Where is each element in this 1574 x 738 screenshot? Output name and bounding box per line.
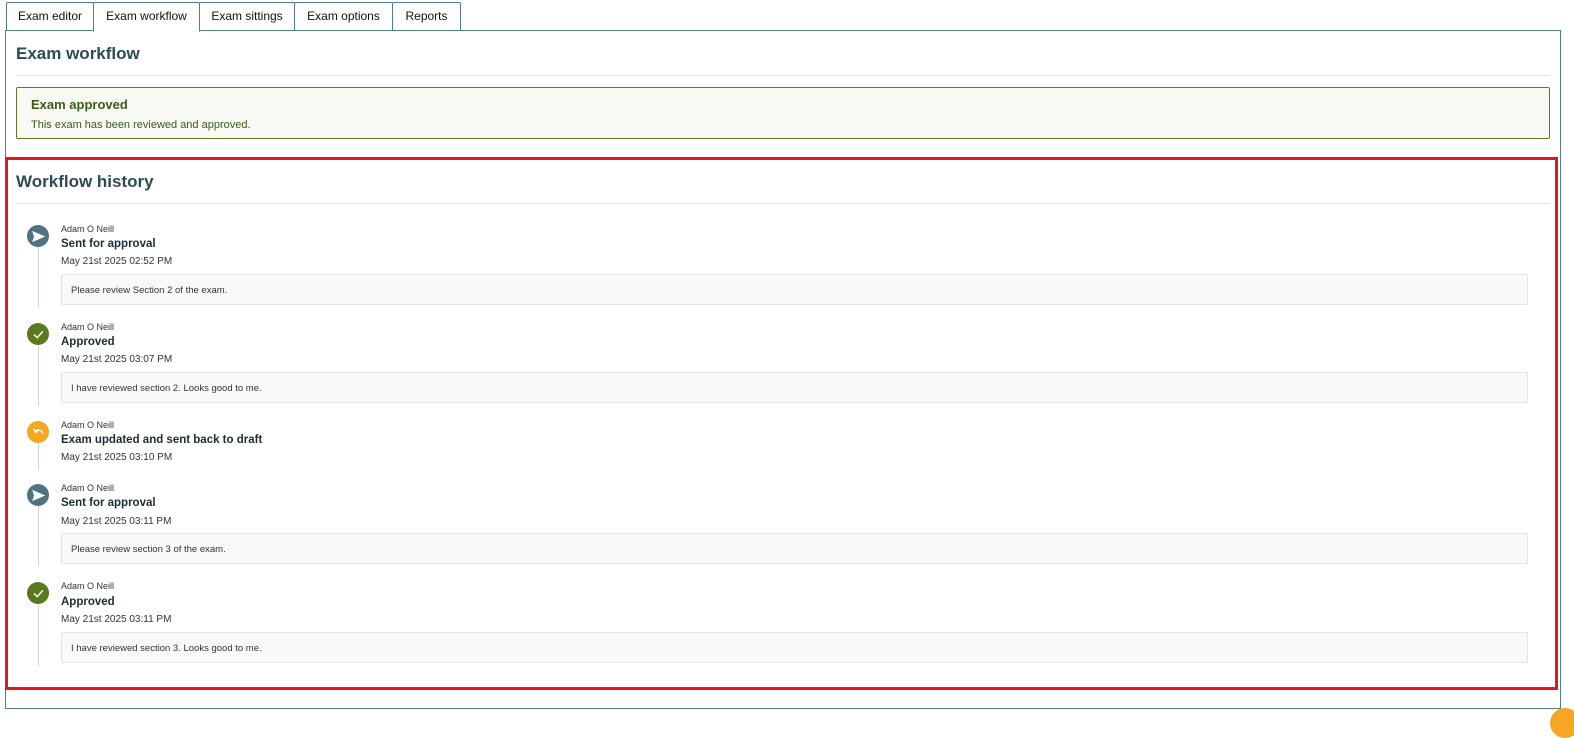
section-divider <box>16 203 1550 204</box>
entry-timestamp: May 21st 2025 03:10 PM <box>61 452 173 463</box>
page-title: Exam workflow <box>16 44 140 63</box>
entry-action: Approved <box>61 336 115 348</box>
tab-exam-options[interactable]: Exam options <box>294 2 393 31</box>
timeline-connector <box>38 247 39 308</box>
title-divider <box>16 75 1550 76</box>
entry-action: Sent for approval <box>61 497 156 509</box>
alert-text: This exam has been reviewed and approved… <box>31 119 251 131</box>
timeline-connector <box>38 506 39 567</box>
entry-action: Sent for approval <box>61 238 156 250</box>
entry-comment: I have reviewed section 2. Looks good to… <box>61 372 1528 403</box>
history-highlight-frame <box>5 157 1558 690</box>
send-icon <box>27 225 49 247</box>
entry-user: Adam O Neill <box>61 581 115 591</box>
entry-action: Approved <box>61 596 115 608</box>
help-bubble[interactable] <box>1550 708 1574 738</box>
section-title: Workflow history <box>16 172 154 191</box>
entry-user: Adam O Neill <box>61 224 115 234</box>
timeline-connector <box>38 443 39 471</box>
tab-exam-workflow[interactable]: Exam workflow <box>93 2 200 32</box>
tab-exam-sittings[interactable]: Exam sittings <box>199 2 295 31</box>
check-icon <box>27 323 49 345</box>
entry-timestamp: May 21st 2025 03:07 PM <box>61 354 173 365</box>
timeline-connector <box>38 345 39 406</box>
alert-title: Exam approved <box>31 97 128 112</box>
entry-comment: Please review Section 2 of the exam. <box>61 274 1528 305</box>
check-icon <box>27 582 49 604</box>
entry-comment: Please review section 3 of the exam. <box>61 533 1528 564</box>
tab-exam-editor[interactable]: Exam editor <box>6 2 94 31</box>
timeline-connector <box>38 604 39 666</box>
entry-user: Adam O Neill <box>61 322 115 332</box>
entry-timestamp: May 21st 2025 02:52 PM <box>61 256 173 267</box>
entry-comment: I have reviewed section 3. Looks good to… <box>61 632 1528 663</box>
undo-icon <box>27 421 49 443</box>
send-icon <box>27 484 49 506</box>
entry-user: Adam O Neill <box>61 483 115 493</box>
entry-timestamp: May 21st 2025 03:11 PM <box>61 516 172 527</box>
tab-reports[interactable]: Reports <box>392 2 461 31</box>
approved-alert: Exam approved This exam has been reviewe… <box>16 87 1550 139</box>
entry-action: Exam updated and sent back to draft <box>61 434 263 446</box>
entry-timestamp: May 21st 2025 03:11 PM <box>61 614 172 625</box>
entry-user: Adam O Neill <box>61 420 115 430</box>
tab-bar: Exam editor Exam workflow Exam sittings … <box>6 2 461 32</box>
